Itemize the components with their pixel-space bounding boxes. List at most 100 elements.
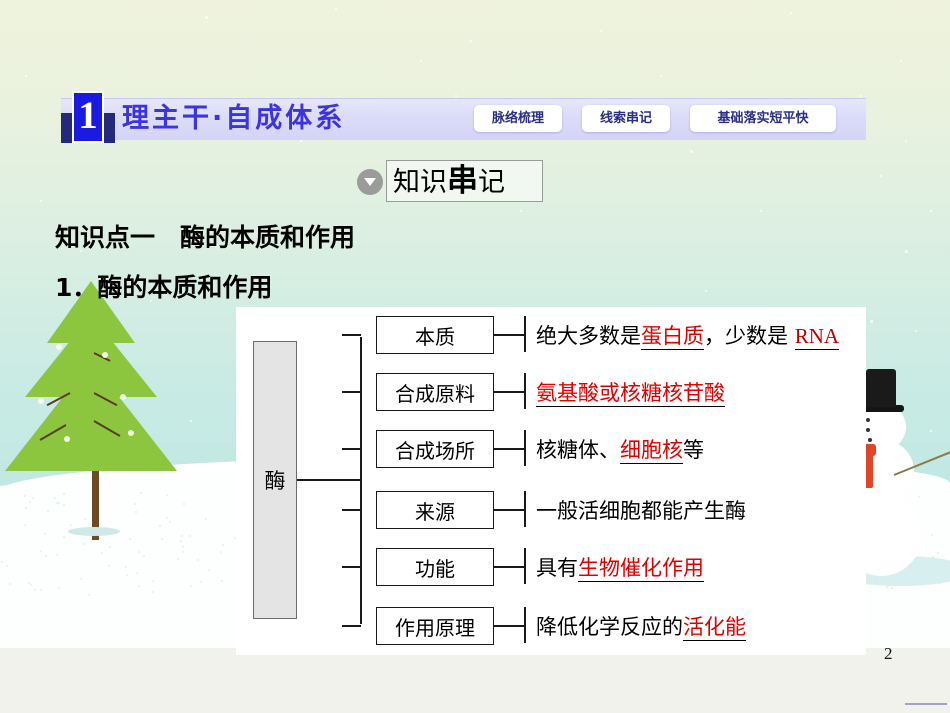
plain-text: 降低化学反应的 xyxy=(536,615,683,639)
snow-speck xyxy=(600,30,602,32)
diagram-node-box[interactable]: 本质 xyxy=(376,316,494,354)
snow-speck xyxy=(190,420,192,422)
ground-speckle xyxy=(197,559,199,561)
diagram-node-label: 本质 xyxy=(415,321,455,350)
banner-pill-mailuoshuli[interactable]: 脉络梳理 xyxy=(474,105,562,132)
diagram-tick-line xyxy=(524,430,526,466)
ground-speckle xyxy=(183,503,185,505)
tree-light xyxy=(56,344,62,350)
diagram-row-text: 具有生物催化作用 xyxy=(536,552,704,582)
ground-speckle xyxy=(30,584,32,586)
ground-speckle xyxy=(190,585,192,587)
ground-speckle xyxy=(83,543,85,545)
snow-speck xyxy=(705,290,707,292)
diagram-row-lead-line xyxy=(342,334,361,336)
plain-text: ，少数是 xyxy=(704,324,795,348)
knowledge-point-heading: 知识点一 酶的本质和作用 xyxy=(55,218,355,254)
diagram-root-box: 酶 xyxy=(253,341,297,619)
snow-speck xyxy=(790,12,792,14)
tree-shadow xyxy=(68,527,120,536)
snow-speck xyxy=(25,75,27,77)
ground-speckle xyxy=(182,546,184,548)
ground-speckle xyxy=(54,497,56,499)
diagram-node-box[interactable]: 作用原理 xyxy=(376,607,494,645)
snow-speck xyxy=(760,210,762,212)
ground-speckle xyxy=(166,494,168,496)
ground-speckle xyxy=(24,495,26,497)
ground-speckle xyxy=(180,540,182,542)
banner-pill-xiansuochuanji[interactable]: 线索串记 xyxy=(582,105,670,132)
diagram-connector-line xyxy=(494,509,524,511)
ground-speckle xyxy=(181,535,183,537)
page-number: 2 xyxy=(884,644,893,664)
tree-light xyxy=(128,430,134,436)
ground-speckle xyxy=(99,537,101,539)
ground-speckle xyxy=(886,586,888,588)
ground-speckle xyxy=(161,538,163,540)
ground-speckle xyxy=(220,551,222,553)
ground-speckle xyxy=(84,518,86,520)
ground-speckle xyxy=(937,552,939,554)
ground-speckle xyxy=(200,581,202,583)
ground-speckle xyxy=(125,566,127,568)
diagram-connector-line xyxy=(494,625,524,627)
snow-speck xyxy=(520,210,522,212)
snow-speck xyxy=(900,60,902,62)
diagram-node-box[interactable]: 合成场所 xyxy=(376,430,494,468)
diagram-connector-line xyxy=(494,448,524,450)
sub-heading: 1．酶的本质和作用 xyxy=(55,268,272,304)
highlight-red-underlined: 生物催化作用 xyxy=(578,556,704,582)
snow-speck xyxy=(930,210,932,212)
ground-speckle xyxy=(25,507,27,509)
ground-speckle xyxy=(222,544,224,546)
diagram-connector-line xyxy=(494,566,524,568)
snow-speck xyxy=(880,175,882,177)
plain-text: 一般活细胞都能产生酶 xyxy=(536,499,746,523)
diagram-node-label: 合成场所 xyxy=(395,435,475,464)
ground-speckle xyxy=(891,587,893,589)
ground-speckle xyxy=(140,492,142,494)
ground-speckle xyxy=(138,551,140,553)
ground-speckle xyxy=(208,569,210,571)
highlight-red-underlined: RNA xyxy=(795,324,839,350)
ground-speckle xyxy=(40,589,42,591)
ground-speckle xyxy=(45,555,47,557)
snowman-eye xyxy=(868,438,872,442)
diagram-node-box[interactable]: 功能 xyxy=(376,548,494,586)
snow-speck xyxy=(930,430,932,432)
snow-speck xyxy=(420,60,422,62)
diagram-root-label: 酶 xyxy=(265,465,286,495)
diagram-row-text: 绝大多数是蛋白质，少数是 RNA xyxy=(536,320,839,350)
ground-speckle xyxy=(56,554,58,556)
section-number-badge: 1 xyxy=(61,91,115,145)
ground-speckle xyxy=(182,551,184,553)
ground-speckle xyxy=(63,536,65,538)
diagram-row-lead-line xyxy=(342,509,361,511)
diagram-node-box[interactable]: 合成原料 xyxy=(376,373,494,411)
diagram-node-label: 作用原理 xyxy=(395,612,475,641)
ground-speckle xyxy=(109,546,111,548)
diagram-row-text: 核糖体、细胞核等 xyxy=(536,434,704,464)
tree-light xyxy=(38,398,44,404)
diagram-row-lead-line xyxy=(342,625,361,627)
diagram-root-stem xyxy=(297,479,361,481)
knowledge-tag-part1: 知识 xyxy=(393,167,447,198)
snowman-hat-crown xyxy=(866,369,896,407)
ground-speckle xyxy=(177,558,179,560)
slide-canvas: 1 理主干·自成体系 脉络梳理 线索串记 基础落实短平快 知识串记 知识点一 酶… xyxy=(0,0,950,713)
ground-speckle xyxy=(918,496,920,498)
ground-speckle xyxy=(205,518,207,520)
diagram-node-box[interactable]: 来源 xyxy=(376,491,494,529)
diagram-tick-line xyxy=(524,607,526,643)
ground-speckle xyxy=(189,535,191,537)
banner-pill-jichuluoshi[interactable]: 基础落实短平快 xyxy=(690,105,836,132)
diagram-row-text: 一般活细胞都能产生酶 xyxy=(536,495,746,525)
snow-speck xyxy=(300,140,302,142)
ground-speckle xyxy=(34,589,36,591)
highlight-red-underlined: 蛋白质 xyxy=(641,324,704,350)
snow-speck xyxy=(905,250,908,253)
ground-speckle xyxy=(80,578,82,580)
down-triangle-glyph xyxy=(364,178,376,186)
plain-text: 等 xyxy=(683,438,704,462)
snow-speck xyxy=(210,470,212,472)
